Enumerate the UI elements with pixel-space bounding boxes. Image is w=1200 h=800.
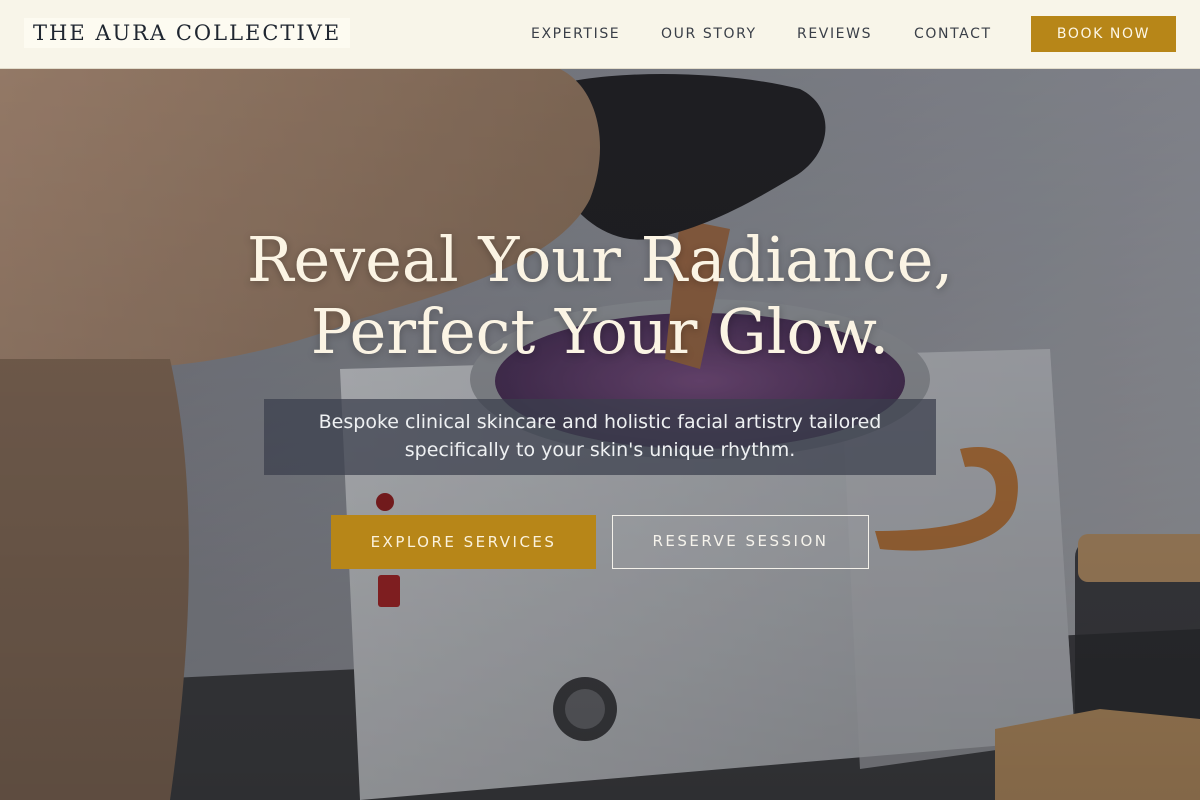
book-now-button[interactable]: BOOK NOW [1031,16,1176,52]
hero-headline-line-1: Reveal Your Radiance, [246,223,954,296]
nav-link-expertise[interactable]: EXPERTISE [531,25,620,43]
reserve-session-button[interactable]: RESERVE SESSION [612,515,869,569]
hero-subtitle: Bespoke clinical skincare and holistic f… [318,411,882,461]
brand-logo[interactable]: THE AURA COLLECTIVE [24,18,351,48]
hero-headline-line-2: Perfect Your Glow. [310,295,890,368]
explore-services-button[interactable]: EXPLORE SERVICES [331,515,596,569]
nav-link-contact[interactable]: CONTACT [914,25,992,43]
nav-link-reviews[interactable]: REVIEWS [797,25,872,43]
hero-headline: Reveal Your Radiance, Perfect Your Glow. [0,224,1200,368]
site-header: THE AURA COLLECTIVE EXPERTISE OUR STORY … [0,0,1200,69]
hero-subtitle-panel: Bespoke clinical skincare and holistic f… [264,399,936,475]
nav-link-our-story[interactable]: OUR STORY [661,25,757,43]
